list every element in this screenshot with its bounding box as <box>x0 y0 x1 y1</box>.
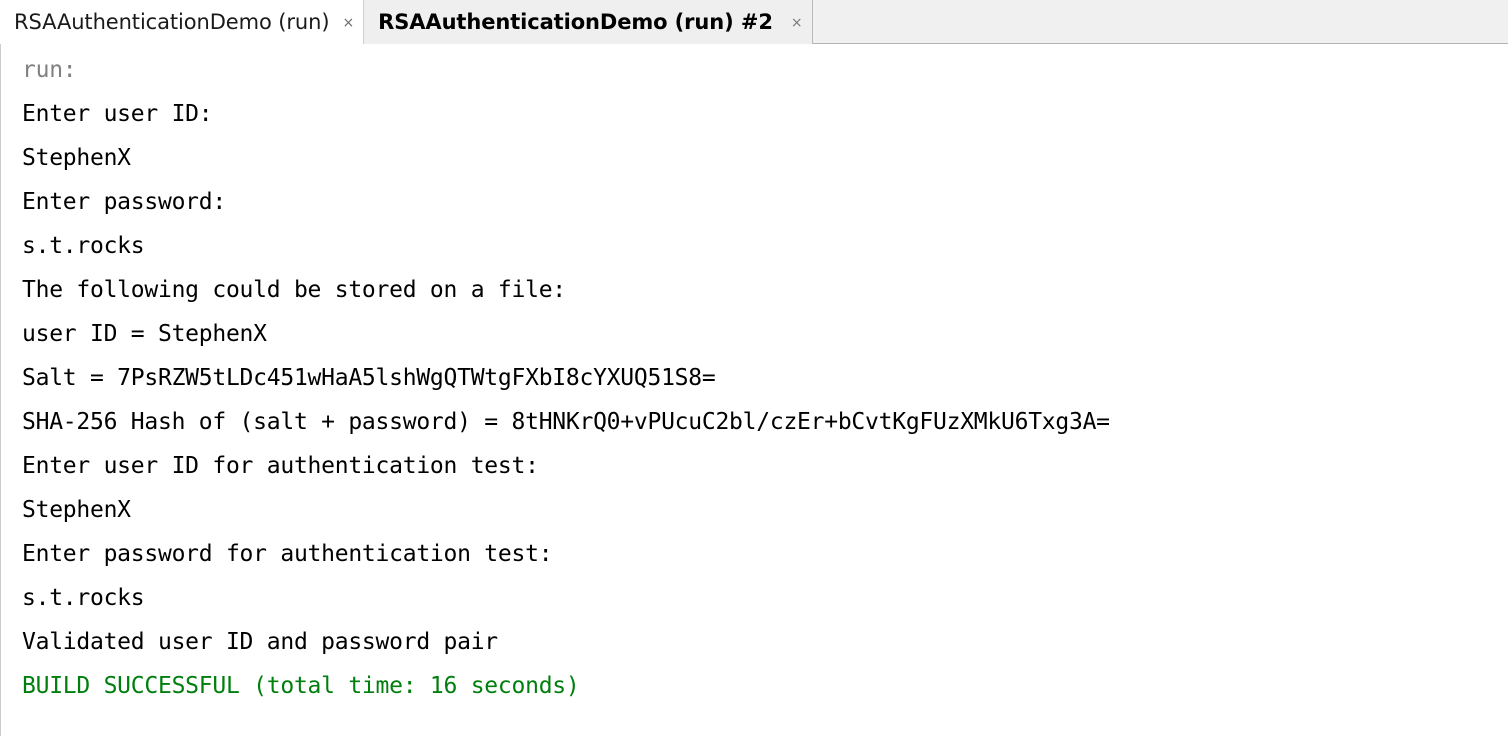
tab-label: RSAAuthenticationDemo (run) #2 <box>378 10 773 34</box>
console-line: Validated user ID and password pair <box>22 629 498 655</box>
console-line: SHA-256 Hash of (salt + password) = 8tHN… <box>22 409 1110 435</box>
tab-bar-empty-area <box>812 0 1508 43</box>
console-output-area[interactable]: run: Enter user ID: StephenX Enter passw… <box>0 44 1508 736</box>
console-line: s.t.rocks <box>22 233 145 259</box>
console-line-build-status: BUILD SUCCESSFUL (total time: 16 seconds… <box>22 673 580 699</box>
console-line: StephenX <box>22 497 131 523</box>
console-line: Salt = 7PsRZW5tLDc451wHaA5lshWgQTWtgFXbI… <box>22 365 716 391</box>
tab-rsaauthenticationdemo-run-2[interactable]: RSAAuthenticationDemo (run) #2 × <box>364 0 813 44</box>
tab-label: RSAAuthenticationDemo (run) <box>14 10 330 34</box>
console-line: s.t.rocks <box>22 585 145 611</box>
console-line: user ID = StephenX <box>22 321 267 347</box>
console-line: Enter user ID: <box>22 101 213 127</box>
close-icon[interactable]: × <box>342 14 354 30</box>
output-tab-bar: RSAAuthenticationDemo (run) × RSAAuthent… <box>0 0 1508 44</box>
console-line: StephenX <box>22 145 131 171</box>
console-line: run: <box>22 57 77 83</box>
console-line: Enter password for authentication test: <box>22 541 553 567</box>
console-line: Enter password: <box>22 189 226 215</box>
console-line: Enter user ID for authentication test: <box>22 453 539 479</box>
tab-rsaauthenticationdemo-run[interactable]: RSAAuthenticationDemo (run) × <box>0 0 365 44</box>
console-line: The following could be stored on a file: <box>22 277 566 303</box>
close-icon[interactable]: × <box>791 14 803 30</box>
